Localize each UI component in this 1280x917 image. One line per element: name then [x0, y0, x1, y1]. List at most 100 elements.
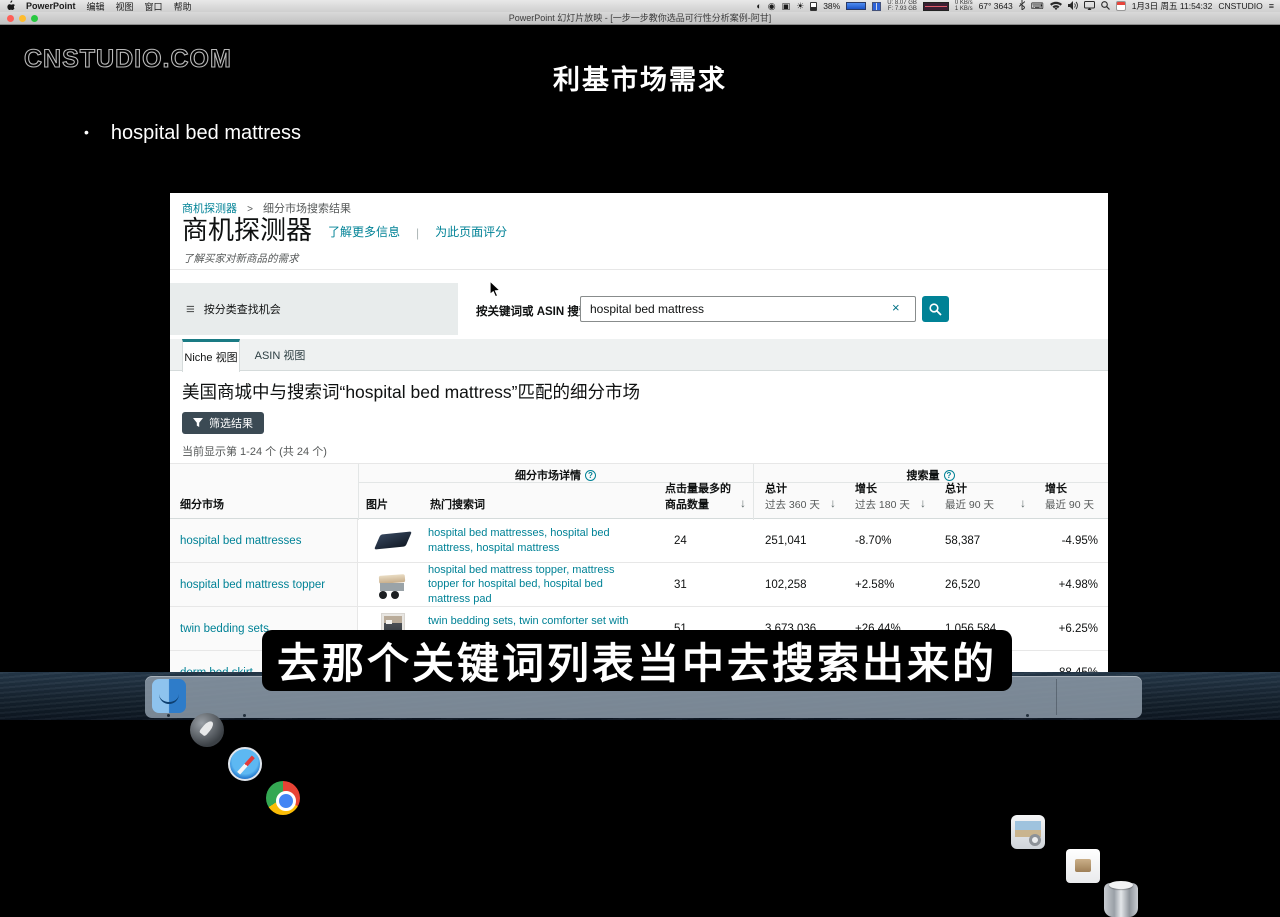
browse-categories-label: 按分类查找机会: [204, 301, 281, 317]
user-menu[interactable]: CNSTUDIO: [1218, 1, 1262, 11]
bullet-item: hospital bed mattress: [84, 122, 301, 145]
col-subheader-90: 最近 90 天: [945, 497, 994, 512]
bluetooth-icon[interactable]: [1019, 0, 1025, 12]
niche-link[interactable]: hospital bed mattresses: [180, 535, 301, 547]
menu-item-edit[interactable]: 编辑: [87, 0, 105, 13]
product-image[interactable]: [358, 533, 428, 548]
growth-90-value: +4.98%: [1043, 579, 1108, 591]
breadcrumb-separator: >: [247, 204, 253, 215]
top-clicked-products-value: 31: [660, 579, 753, 591]
col-header-niche: 细分市场: [180, 496, 224, 512]
search-band: 按分类查找机会 按关键词或 ASIN 搜索 ×: [170, 283, 1108, 335]
menu-bar: PowerPoint 编辑 视图 窗口 帮助 ◐ ◉ ▣ ☀ 38% U: 8.…: [0, 0, 1280, 12]
help-icon[interactable]: [944, 470, 955, 481]
window-traffic-lights: [7, 15, 38, 22]
network-graph-icon[interactable]: [923, 2, 949, 11]
presentation-slide: CNSTUDIO.COM 利基市场需求 hospital bed mattres…: [0, 25, 1280, 672]
browse-categories-button[interactable]: 按分类查找机会: [170, 283, 458, 335]
sort-icon[interactable]: ↓: [1020, 496, 1026, 510]
menu-item-view[interactable]: 视图: [116, 0, 134, 13]
group-header-niche-details: 细分市场详情: [515, 467, 581, 483]
top-search-terms[interactable]: hospital bed mattresses, hospital bed ma…: [428, 526, 660, 555]
trash-icon[interactable]: [1104, 883, 1138, 917]
tab-niche-view[interactable]: Niche 视图: [182, 339, 240, 372]
tab-asin-view[interactable]: ASIN 视图: [248, 339, 312, 371]
sort-icon[interactable]: ↓: [830, 496, 836, 510]
divider: [170, 269, 1108, 270]
spotlight-search-icon[interactable]: [1101, 1, 1110, 12]
view-tabs: Niche 视图 ASIN 视图: [170, 339, 1108, 371]
window-title: PowerPoint 幻灯片放映 - [一步一步教你选品可行性分析案例-阿甘]: [509, 13, 772, 23]
filter-button-label: 筛选结果: [209, 415, 253, 431]
calendar-icon[interactable]: [1116, 1, 1126, 11]
menu-item-app[interactable]: PowerPoint: [26, 1, 76, 11]
battery-percent: 38%: [823, 1, 840, 11]
help-icon[interactable]: [585, 470, 596, 481]
col-subheader-growth-90: 最近 90 天: [1045, 497, 1094, 512]
results-title: 美国商城中与搜索词“hospital bed mattress”匹配的细分市场: [182, 379, 640, 404]
close-window-button[interactable]: [7, 15, 14, 22]
growth-180-value: -8.70%: [848, 535, 938, 547]
cpu-meter-icon[interactable]: [846, 2, 866, 10]
safari-icon[interactable]: [228, 747, 262, 781]
running-indicator: [243, 714, 246, 717]
breadcrumb-home-link[interactable]: 商机探测器: [182, 203, 237, 215]
group-header-search-volume: 搜索量: [907, 467, 940, 483]
niche-link[interactable]: hospital bed mattress topper: [180, 579, 325, 591]
preview-icon[interactable]: [1011, 815, 1045, 849]
menu-item-window[interactable]: 窗口: [145, 0, 163, 13]
chrome-icon[interactable]: [266, 781, 300, 815]
apple-menu-icon[interactable]: [6, 0, 15, 12]
top-search-terms[interactable]: hospital bed mattress topper, mattress t…: [428, 563, 660, 606]
sort-icon[interactable]: ↓: [740, 496, 746, 510]
window-title-bar: PowerPoint 幻灯片放映 - [一步一步教你选品可行性分析案例-阿甘]: [0, 12, 1280, 25]
table-row[interactable]: hospital bed mattresses hospital bed mat…: [170, 519, 1108, 563]
airplay-display-icon[interactable]: [1084, 1, 1095, 12]
alert-icon[interactable]: ▣: [782, 2, 791, 11]
keyboard-input-icon[interactable]: ⌨: [1031, 2, 1044, 11]
wifi-icon[interactable]: [1050, 1, 1062, 12]
mattress-thumbnail: [374, 531, 412, 549]
eye-icon[interactable]: ◉: [768, 2, 776, 11]
col-header-top-clicked-products: 点击量最多的商品数量: [665, 480, 737, 512]
launchpad-icon[interactable]: [190, 713, 224, 747]
top-clicked-products-value: 24: [660, 535, 753, 547]
teamviewer-icon[interactable]: ◐: [756, 2, 761, 11]
rate-page-link[interactable]: 为此页面评分: [435, 223, 507, 240]
running-indicator: [1026, 714, 1029, 717]
volume-icon[interactable]: [1068, 1, 1078, 12]
breadcrumb-current: 细分市场搜索结果: [263, 203, 351, 215]
battery-icon[interactable]: [810, 2, 817, 11]
col-header-total-90: 总计: [945, 480, 994, 496]
archive-document-icon[interactable]: [1066, 849, 1100, 883]
hospital-bed-thumbnail: [377, 571, 409, 599]
search-button[interactable]: [922, 296, 949, 322]
net-down: 1 KB/s: [955, 6, 973, 12]
menu-item-help[interactable]: 帮助: [174, 0, 192, 13]
brightness-icon[interactable]: ☀: [796, 2, 804, 11]
niche-link[interactable]: twin bedding sets: [180, 623, 269, 635]
sort-icon[interactable]: ↓: [920, 496, 926, 510]
product-image[interactable]: [358, 571, 428, 599]
clear-search-icon[interactable]: ×: [892, 300, 900, 315]
total-90-value: 58,387: [938, 535, 1043, 547]
growth-90-value: +6.25%: [1043, 623, 1108, 635]
search-input[interactable]: [580, 296, 916, 322]
finder-icon[interactable]: [152, 679, 186, 713]
running-indicator: [167, 714, 170, 717]
breadcrumb: 商机探测器 > 细分市场搜索结果: [182, 200, 351, 216]
zoom-window-button[interactable]: [31, 15, 38, 22]
slide-title: 利基市场需求: [0, 58, 1280, 97]
table-row[interactable]: hospital bed mattress topper hospital be…: [170, 563, 1108, 607]
memory-meter-icon[interactable]: [872, 2, 881, 11]
growth-180-value: +2.58%: [848, 579, 938, 591]
clock-readout[interactable]: 1月3日 周五 11:54:32: [1132, 0, 1213, 12]
learn-more-link[interactable]: 了解更多信息: [328, 223, 400, 240]
minimize-window-button[interactable]: [19, 15, 26, 22]
col-header-top-search-terms: 热门搜索词: [430, 496, 485, 512]
menu-list-icon[interactable]: ≡: [1269, 2, 1274, 11]
col-subheader-180: 过去 180 天: [855, 497, 910, 512]
search-label: 按关键词或 ASIN 搜索: [476, 303, 590, 319]
page-title: 商机探测器: [182, 215, 312, 245]
filter-results-button[interactable]: 筛选结果: [182, 412, 264, 434]
